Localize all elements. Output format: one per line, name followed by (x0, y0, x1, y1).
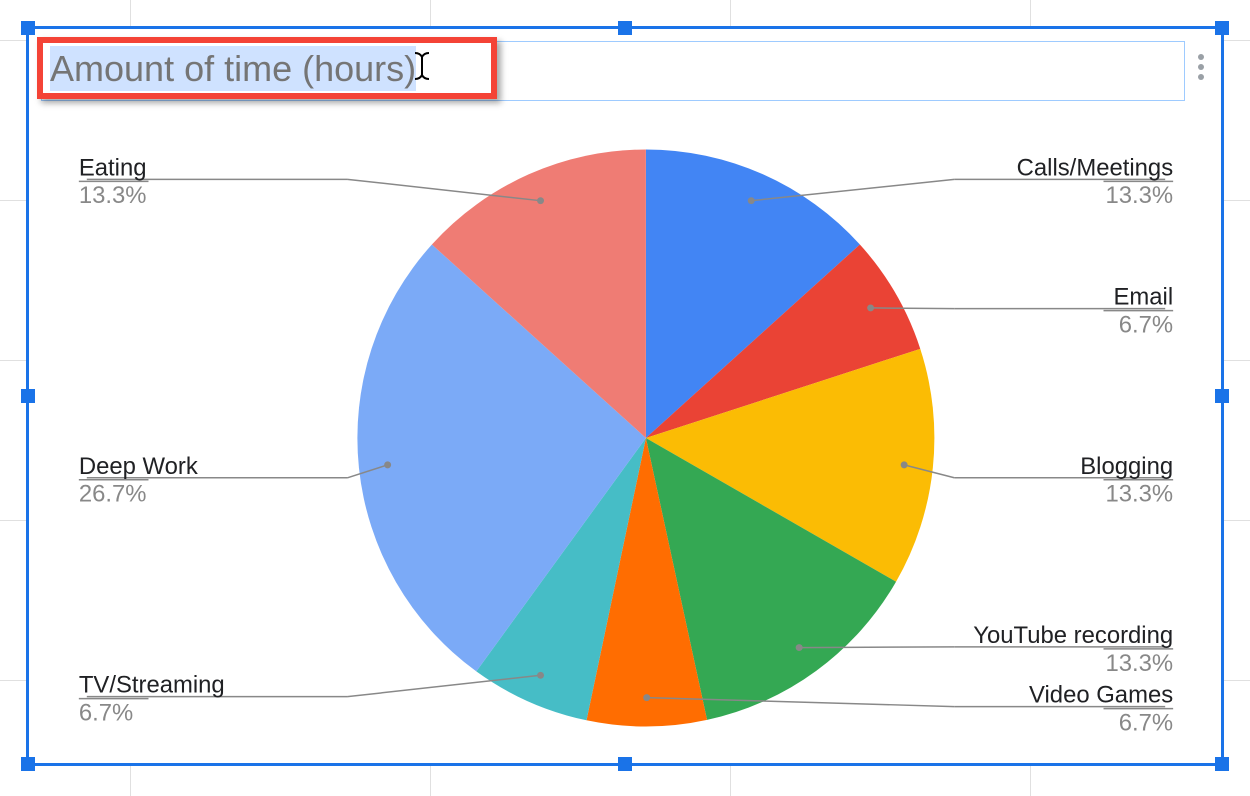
chart-selection-frame[interactable]: Amount of time (hours) Calls/Meetings13.… (26, 26, 1224, 766)
text-cursor-icon (411, 51, 433, 81)
svg-text:Calls/Meetings: Calls/Meetings (1017, 154, 1174, 181)
svg-text:13.3%: 13.3% (79, 182, 147, 209)
svg-text:13.3%: 13.3% (1105, 650, 1173, 677)
svg-text:Eating: Eating (79, 154, 147, 181)
svg-text:26.7%: 26.7% (79, 481, 147, 508)
svg-text:YouTube recording: YouTube recording (973, 622, 1173, 649)
label-video-games: Video Games6.7% (1029, 682, 1173, 737)
resize-handle-br[interactable] (1215, 757, 1229, 771)
svg-text:6.7%: 6.7% (79, 700, 133, 727)
resize-handle-tr[interactable] (1215, 21, 1229, 35)
resize-handle-mr[interactable] (1215, 389, 1229, 403)
chart-menu-button[interactable] (1191, 47, 1211, 87)
svg-text:Deep Work: Deep Work (79, 453, 198, 480)
resize-handle-ml[interactable] (21, 389, 35, 403)
label-blogging: Blogging13.3% (1080, 453, 1173, 508)
label-calls-meetings: Calls/Meetings13.3% (1017, 154, 1174, 209)
label-deep-work: Deep Work26.7% (79, 453, 198, 508)
label-email: Email6.7% (1104, 284, 1174, 339)
svg-text:Video Games: Video Games (1029, 682, 1173, 709)
svg-text:6.7%: 6.7% (1119, 709, 1173, 736)
chart-title-text: Amount of time (hours) (50, 46, 416, 91)
svg-text:Blogging: Blogging (1080, 453, 1173, 480)
label-youtube-recording: YouTube recording13.3% (973, 622, 1173, 677)
chart-title-input[interactable]: Amount of time (hours) (41, 41, 1185, 101)
resize-handle-tm[interactable] (618, 21, 632, 35)
svg-text:TV/Streaming: TV/Streaming (79, 672, 225, 699)
resize-handle-bl[interactable] (21, 757, 35, 771)
svg-text:13.3%: 13.3% (1105, 481, 1173, 508)
pie-chart-body: Calls/Meetings13.3%Email6.7%Blogging13.3… (49, 119, 1201, 753)
label-eating: Eating13.3% (79, 154, 149, 209)
svg-text:13.3%: 13.3% (1105, 182, 1173, 209)
resize-handle-tl[interactable] (21, 21, 35, 35)
svg-text:Email: Email (1113, 284, 1173, 311)
label-tv-streaming: TV/Streaming6.7% (79, 672, 225, 727)
resize-handle-bm[interactable] (618, 757, 632, 771)
svg-text:6.7%: 6.7% (1119, 312, 1173, 339)
chart-title-editor[interactable]: Amount of time (hours) (41, 41, 1185, 101)
